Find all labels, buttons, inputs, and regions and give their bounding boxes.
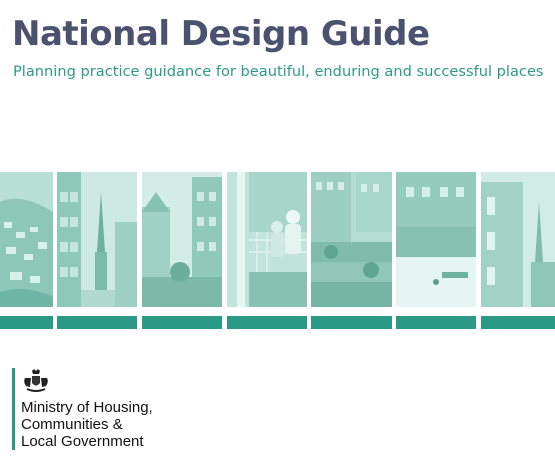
photo-square: [396, 172, 476, 307]
accent-bar: [481, 316, 555, 329]
document-title: National Design Guide: [12, 14, 430, 54]
accent-bar: [396, 316, 476, 329]
accent-bar: [142, 316, 222, 329]
logo-rule: [12, 368, 15, 450]
accent-bar: [0, 316, 53, 329]
photo-balcony: [227, 172, 307, 307]
photo-gardens: [311, 172, 392, 307]
royal-coat-of-arms-icon: [21, 368, 51, 394]
accent-bar: [57, 316, 137, 329]
ministry-line: Ministry of Housing,: [21, 399, 153, 416]
accent-bar: [311, 316, 392, 329]
photo-brick-building: [481, 172, 555, 307]
photo-strip: [0, 172, 555, 307]
photo-street-spire: [57, 172, 137, 307]
document-subtitle: Planning practice guidance for beautiful…: [13, 63, 544, 80]
accent-bar: [227, 316, 307, 329]
photo-courtyard: [142, 172, 222, 307]
ministry-line: Communities &: [21, 416, 123, 433]
ministry-name: Ministry of Housing, Communities & Local…: [21, 399, 153, 450]
ministry-line: Local Government: [21, 433, 144, 450]
photo-hillside-town: [0, 172, 53, 307]
